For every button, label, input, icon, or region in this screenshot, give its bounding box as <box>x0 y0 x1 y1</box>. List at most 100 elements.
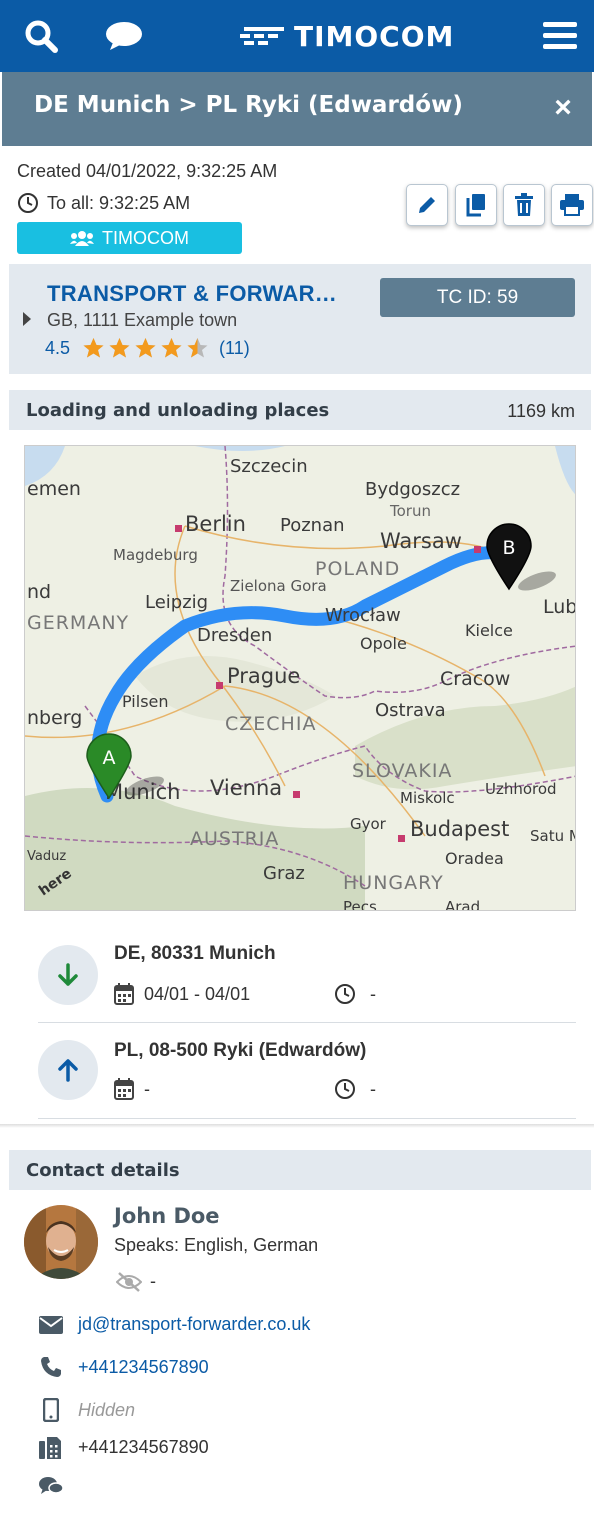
published-to-all: To all: 9:32:25 AM <box>17 192 190 214</box>
badge-label: TIMOCOM <box>102 227 189 248</box>
stop-place: DE, 80331 Munich <box>114 943 276 964</box>
map-label-wroclaw: Wrocław <box>325 605 401 626</box>
star-icon <box>161 338 182 358</box>
calendar-icon <box>114 983 134 1005</box>
clock-icon <box>18 193 38 213</box>
star-icon <box>135 338 156 358</box>
rating-value: 4.5 <box>45 337 71 358</box>
map-label-miskolc: Miskolc <box>400 789 455 807</box>
calendar-icon <box>114 1078 134 1100</box>
map-label-kielce: Kielce <box>465 621 513 640</box>
route-distance: 1169 km <box>507 401 575 421</box>
map-label-warsaw: Warsaw <box>380 529 462 553</box>
contact-languages: Speaks: English, German <box>114 1235 319 1255</box>
stop-time-text: - <box>370 1078 376 1099</box>
rating-count[interactable]: (11) <box>219 338 250 359</box>
map-label-szczecin: Szczecin <box>230 456 308 477</box>
map-label-gyor: Gyor <box>350 815 387 833</box>
stop-unloading: PL, 08-500 Ryki (Edwardów) - - <box>38 1040 576 1110</box>
map-label-poznan: Poznan <box>280 515 345 536</box>
map-label-leipzig: Leipzig <box>145 592 208 613</box>
close-icon[interactable]: × <box>548 90 578 126</box>
map-label-arad: Arad <box>445 898 480 911</box>
contact-fax-row: +441234567890 <box>38 1435 209 1459</box>
map-label-magdeburg: Magdeburg <box>113 546 198 564</box>
mobile-phone-icon <box>38 1398 64 1422</box>
company-rating: 4.5 (11) <box>45 337 250 359</box>
stop-time: - <box>334 983 376 1005</box>
arrow-down-icon <box>38 945 98 1005</box>
map-label-pecs: Pecs <box>343 898 377 911</box>
map-label-zielona-gora: Zielona Gora <box>230 577 327 595</box>
printer-icon <box>560 194 584 216</box>
contact-phone-row: +441234567890 <box>38 1356 209 1378</box>
map-label-prague: Prague <box>227 664 300 688</box>
company-card[interactable]: TRANSPORT & FORWAR… GB, 1111 Example tow… <box>9 264 591 374</box>
map-label-opole: Opole <box>360 634 407 653</box>
star-icon <box>187 338 208 358</box>
contact-mobile-row: Hidden <box>38 1398 135 1422</box>
contact-phone[interactable]: +441234567890 <box>78 1357 209 1378</box>
to-all-text: To all: 9:32:25 AM <box>47 192 191 213</box>
map-label-germany: GERMANY <box>27 612 129 634</box>
copy-button[interactable] <box>455 184 497 226</box>
map-label-vaduz: Vaduz <box>27 849 66 864</box>
clock-icon <box>335 1079 355 1099</box>
edit-button[interactable] <box>406 184 448 226</box>
search-icon[interactable] <box>20 0 62 72</box>
map-label-uzhhorod: Uzhhorod <box>485 780 557 798</box>
created-timestamp: Created 04/01/2022, 9:32:25 AM <box>17 161 278 181</box>
map-label-austria: AUSTRIA <box>190 828 279 850</box>
map-label-nd: nd <box>27 581 51 603</box>
tc-id-badge: TC ID: 59 <box>380 278 575 317</box>
contact-name: John Doe <box>114 1204 220 1228</box>
avatar <box>24 1205 98 1279</box>
map-canvas: Szczecin Bydgoszcz Torun Berlin Poznan W… <box>25 446 576 911</box>
map-label-lub: Lub <box>543 596 576 618</box>
route-map[interactable]: Szczecin Bydgoszcz Torun Berlin Poznan W… <box>24 445 576 911</box>
chat-icon[interactable] <box>102 0 146 72</box>
contact-heading: Contact details <box>26 1160 180 1181</box>
eye-slash-icon <box>116 1271 142 1292</box>
comments-icon[interactable] <box>38 1476 64 1496</box>
marker-a-label: A <box>103 747 116 769</box>
map-label-poland: POLAND <box>315 558 400 580</box>
company-name[interactable]: TRANSPORT & FORWAR… <box>47 281 337 307</box>
contact-email-row: jd@transport-forwarder.co.uk <box>38 1314 310 1335</box>
expand-caret-icon[interactable] <box>23 312 31 326</box>
visibility-text: - <box>150 1271 156 1291</box>
map-label-graz: Graz <box>263 863 305 884</box>
arrow-up-icon <box>38 1040 98 1100</box>
section-separator <box>0 1124 594 1128</box>
stop-time-text: - <box>370 983 376 1004</box>
stop-divider <box>38 1118 576 1119</box>
brand-name: TIMOCOM <box>294 19 455 53</box>
contact-email[interactable]: jd@transport-forwarder.co.uk <box>78 1314 310 1335</box>
timocom-logo: TIMOCOM <box>240 16 454 56</box>
trash-icon <box>515 193 533 216</box>
clock-icon <box>335 984 355 1004</box>
map-label-satu-mare: Satu Mare <box>530 827 576 845</box>
timocom-badge: TIMOCOM <box>17 222 242 254</box>
stop-place: PL, 08-500 Ryki (Edwardów) <box>114 1040 367 1061</box>
hamburger-menu-icon[interactable] <box>542 0 578 72</box>
print-button[interactable] <box>551 184 593 226</box>
map-label-torun: Torun <box>389 502 431 520</box>
page-title: DE Munich > PL Ryki (Edwardów) <box>34 92 463 118</box>
stop-date-text: 04/01 - 04/01 <box>144 983 251 1004</box>
map-label-pilsen: Pilsen <box>122 692 169 711</box>
contact-visibility: - <box>116 1271 156 1292</box>
stop-loading: DE, 80331 Munich 04/01 - 04/01 - <box>38 943 576 1013</box>
phone-icon <box>38 1356 64 1378</box>
copy-icon <box>466 194 485 217</box>
stop-date: - <box>114 1078 150 1100</box>
stop-divider <box>38 1022 576 1023</box>
map-label-hungary: HUNGARY <box>343 872 444 894</box>
users-icon <box>70 231 94 246</box>
map-label-vienna: Vienna <box>210 776 282 800</box>
star-icon <box>109 338 130 358</box>
delete-button[interactable] <box>503 184 545 226</box>
marker-b-label: B <box>502 537 515 559</box>
contact-mobile: Hidden <box>78 1399 136 1420</box>
route-heading: Loading and unloading places <box>26 400 330 421</box>
